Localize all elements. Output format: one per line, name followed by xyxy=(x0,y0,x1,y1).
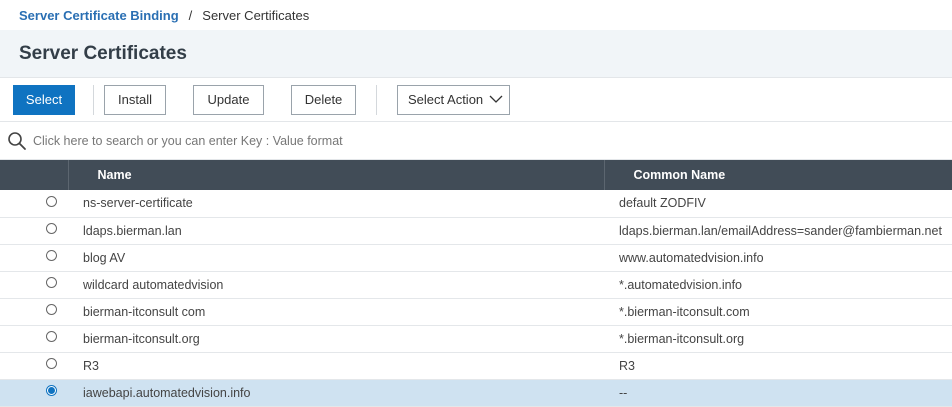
table-row[interactable]: ldaps.bierman.lan ldaps.bierman.lan/email… xyxy=(0,217,952,244)
row-select-cell xyxy=(0,379,68,406)
table-header-row: Name Common Name xyxy=(0,160,952,190)
title-bar: Server Certificates xyxy=(0,30,952,78)
row-select-cell xyxy=(0,271,68,298)
table-row[interactable]: blog AV www.automatedvision.info xyxy=(0,244,952,271)
breadcrumb-current: Server Certificates xyxy=(202,7,310,23)
certificate-name: bierman-itconsult.org xyxy=(83,331,200,346)
table-row[interactable]: bierman-itconsult com *.bierman-itconsult… xyxy=(0,298,952,325)
row-radio-button[interactable] xyxy=(46,304,57,315)
row-radio-button[interactable] xyxy=(46,385,57,396)
certificate-name: wildcard automatedvision xyxy=(83,277,224,292)
column-header-name[interactable]: Name xyxy=(67,160,604,190)
page-title: Server Certificates xyxy=(19,42,187,64)
certificate-common-name: *.bierman-itconsult.com xyxy=(619,304,750,319)
certificate-name: ldaps.bierman.lan xyxy=(83,223,182,238)
certificate-common-name: *.automatedvision.info xyxy=(619,277,742,292)
certificate-common-name: R3 xyxy=(619,358,635,373)
breadcrumb-parent-link[interactable]: Server Certificate Binding xyxy=(19,8,179,23)
row-radio-button[interactable] xyxy=(46,250,57,261)
chevron-down-icon xyxy=(489,95,503,104)
breadcrumb-separator: / xyxy=(188,7,193,23)
certificate-common-name: *.bierman-itconsult.org xyxy=(619,331,745,346)
toolbar-divider xyxy=(376,84,377,115)
certificate-name: bierman-itconsult com xyxy=(83,304,206,319)
install-button[interactable]: Install xyxy=(104,84,166,115)
search-input[interactable] xyxy=(31,127,915,154)
breadcrumb: Server Certificate Binding / Server Cert… xyxy=(0,0,952,30)
row-select-cell xyxy=(0,325,68,352)
certificate-name: iawebapi.automatedvision.info xyxy=(83,385,251,400)
row-radio-button[interactable] xyxy=(46,331,57,342)
toolbar-divider xyxy=(93,84,94,115)
certificate-name: R3 xyxy=(83,358,99,373)
row-select-cell xyxy=(0,352,68,379)
certificate-name: blog AV xyxy=(83,250,126,265)
column-header-select xyxy=(0,160,68,190)
row-radio-button[interactable] xyxy=(46,223,57,234)
row-radio-button[interactable] xyxy=(46,358,57,369)
row-select-cell xyxy=(0,217,68,244)
row-select-cell xyxy=(0,190,68,217)
search-bar xyxy=(0,122,952,160)
row-select-cell xyxy=(0,244,68,271)
table-row[interactable]: wildcard automatedvision *.automatedvisio… xyxy=(0,271,952,298)
row-select-cell xyxy=(0,298,68,325)
search-icon xyxy=(7,131,27,151)
row-radio-button[interactable] xyxy=(46,277,57,288)
certificate-common-name: ldaps.bierman.lan/emailAddress=sander@fa… xyxy=(619,223,942,238)
delete-button[interactable]: Delete xyxy=(291,84,356,115)
certificate-name: ns-server-certificate xyxy=(83,196,193,211)
row-radio-button[interactable] xyxy=(46,195,57,207)
table-row[interactable]: bierman-itconsult.org *.bierman-itconsult… xyxy=(0,325,952,352)
toolbar: Select Install Update Delete Select Acti… xyxy=(0,78,952,122)
select-button[interactable]: Select xyxy=(13,84,75,115)
certificates-table: Name Common Name ns-server-certificate de… xyxy=(0,160,952,407)
select-action-label: Select Action xyxy=(408,92,484,107)
table-row[interactable]: iawebapi.automatedvision.info -- xyxy=(0,379,952,406)
certificate-common-name: default ZODFIV xyxy=(619,196,706,211)
table-row[interactable]: ns-server-certificate default ZODFIV xyxy=(0,190,952,217)
update-button[interactable]: Update xyxy=(193,84,264,115)
table-row[interactable]: R3 R3 xyxy=(0,352,952,379)
certificate-common-name: -- xyxy=(619,385,628,400)
column-header-common-name[interactable]: Common Name xyxy=(603,160,952,190)
certificate-common-name: www.automatedvision.info xyxy=(619,250,764,265)
select-action-dropdown[interactable]: Select Action xyxy=(397,84,511,115)
